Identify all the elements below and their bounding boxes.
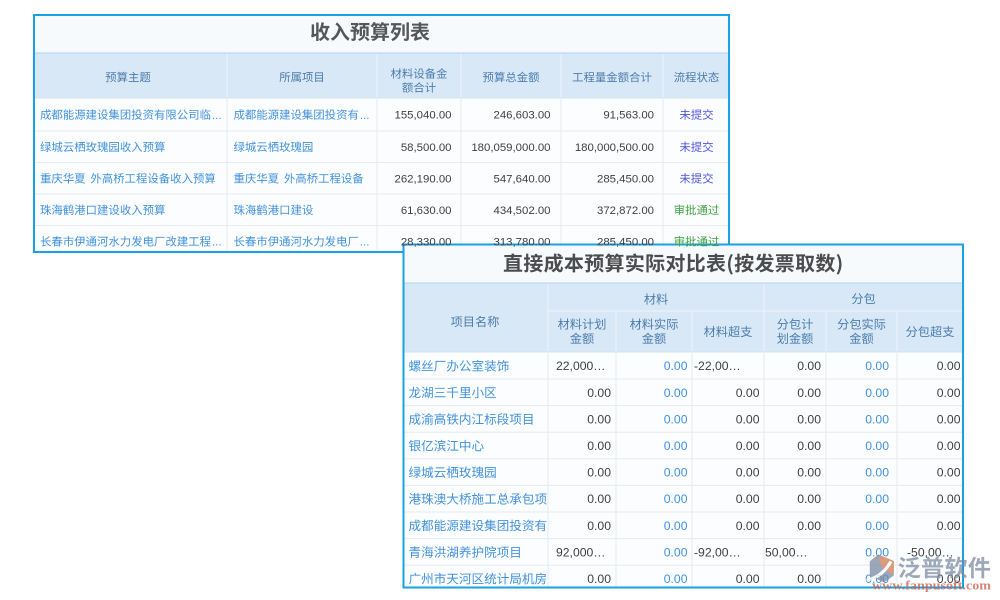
svg-text:61,630.00: 61,630.00 <box>401 205 452 217</box>
svg-text:-92,00…: -92,00… <box>694 545 741 559</box>
svg-text:0.00: 0.00 <box>664 412 688 426</box>
svg-text:0.00: 0.00 <box>736 386 760 400</box>
svg-text:-22,00…: -22,00… <box>694 359 741 373</box>
svg-text:0.00: 0.00 <box>587 412 611 426</box>
svg-text:0.00: 0.00 <box>937 359 961 373</box>
svg-text:372,872.00: 372,872.00 <box>597 205 654 217</box>
svg-text:0.00: 0.00 <box>664 386 688 400</box>
svg-text:246,603.00: 246,603.00 <box>493 110 550 122</box>
svg-text:0.00: 0.00 <box>797 572 821 586</box>
svg-text:0.00: 0.00 <box>937 492 961 506</box>
svg-text:0.00: 0.00 <box>865 439 889 453</box>
svg-text:0.00: 0.00 <box>736 412 760 426</box>
svg-text:313,780.00: 313,780.00 <box>493 236 550 248</box>
svg-text:0.00: 0.00 <box>865 359 889 373</box>
svg-text:0.00: 0.00 <box>664 545 688 559</box>
svg-text:0.00: 0.00 <box>736 519 760 533</box>
svg-text:0.00: 0.00 <box>664 466 688 480</box>
svg-text:...: ... <box>360 237 370 249</box>
svg-text:0.00: 0.00 <box>736 492 760 506</box>
svg-text:434,502.00: 434,502.00 <box>493 205 550 217</box>
svg-text:0.00: 0.00 <box>797 439 821 453</box>
svg-text:0.00: 0.00 <box>865 386 889 400</box>
svg-text:www.fanpusoft.com: www.fanpusoft.com <box>872 578 991 593</box>
svg-text:0.00: 0.00 <box>865 412 889 426</box>
svg-text:0.00: 0.00 <box>587 572 611 586</box>
svg-text:0.00: 0.00 <box>664 492 688 506</box>
svg-text:180,000,500.00: 180,000,500.00 <box>575 142 654 154</box>
svg-text:0.00: 0.00 <box>865 492 889 506</box>
svg-text:262,190.00: 262,190.00 <box>394 173 451 185</box>
svg-text:0.00: 0.00 <box>587 519 611 533</box>
svg-text:...: ... <box>360 110 370 122</box>
svg-text:0.00: 0.00 <box>587 466 611 480</box>
svg-text:155,040.00: 155,040.00 <box>394 110 451 122</box>
svg-text:...: ... <box>212 237 222 249</box>
svg-text:0.00: 0.00 <box>797 519 821 533</box>
svg-text:0.00: 0.00 <box>736 439 760 453</box>
svg-text:180,059,000.00: 180,059,000.00 <box>471 142 550 154</box>
svg-text:28,330.00: 28,330.00 <box>401 236 452 248</box>
svg-text:0.00: 0.00 <box>797 386 821 400</box>
svg-text:0.00: 0.00 <box>865 519 889 533</box>
svg-text:0.00: 0.00 <box>937 386 961 400</box>
svg-text:0.00: 0.00 <box>664 439 688 453</box>
svg-text:0.00: 0.00 <box>664 359 688 373</box>
svg-text:...: ... <box>212 110 222 122</box>
svg-text:0.00: 0.00 <box>797 412 821 426</box>
svg-text:0.00: 0.00 <box>664 572 688 586</box>
svg-text:0.00: 0.00 <box>587 386 611 400</box>
svg-text:285,450.00: 285,450.00 <box>597 173 654 185</box>
svg-text:0.00: 0.00 <box>937 439 961 453</box>
svg-text:0.00: 0.00 <box>937 466 961 480</box>
svg-text:22,000…: 22,000… <box>556 359 605 373</box>
svg-text:0.00: 0.00 <box>736 466 760 480</box>
svg-text:-50,00…: -50,00… <box>907 545 954 559</box>
svg-text:0.00: 0.00 <box>797 492 821 506</box>
svg-text:0.00: 0.00 <box>865 466 889 480</box>
svg-text:0.00: 0.00 <box>664 519 688 533</box>
svg-text:285,450.00: 285,450.00 <box>597 236 654 248</box>
svg-text:58,500.00: 58,500.00 <box>401 142 452 154</box>
svg-text:0.00: 0.00 <box>587 439 611 453</box>
svg-text:0.00: 0.00 <box>587 492 611 506</box>
svg-text:0.00: 0.00 <box>937 519 961 533</box>
svg-text:50,00…: 50,00… <box>765 545 808 559</box>
svg-text:547,640.00: 547,640.00 <box>493 173 550 185</box>
svg-text:0.00: 0.00 <box>736 572 760 586</box>
svg-text:91,563.00: 91,563.00 <box>603 110 654 122</box>
svg-text:0.00: 0.00 <box>797 466 821 480</box>
svg-text:0.00: 0.00 <box>937 412 961 426</box>
svg-text:92,000…: 92,000… <box>556 545 605 559</box>
svg-text:0.00: 0.00 <box>797 359 821 373</box>
